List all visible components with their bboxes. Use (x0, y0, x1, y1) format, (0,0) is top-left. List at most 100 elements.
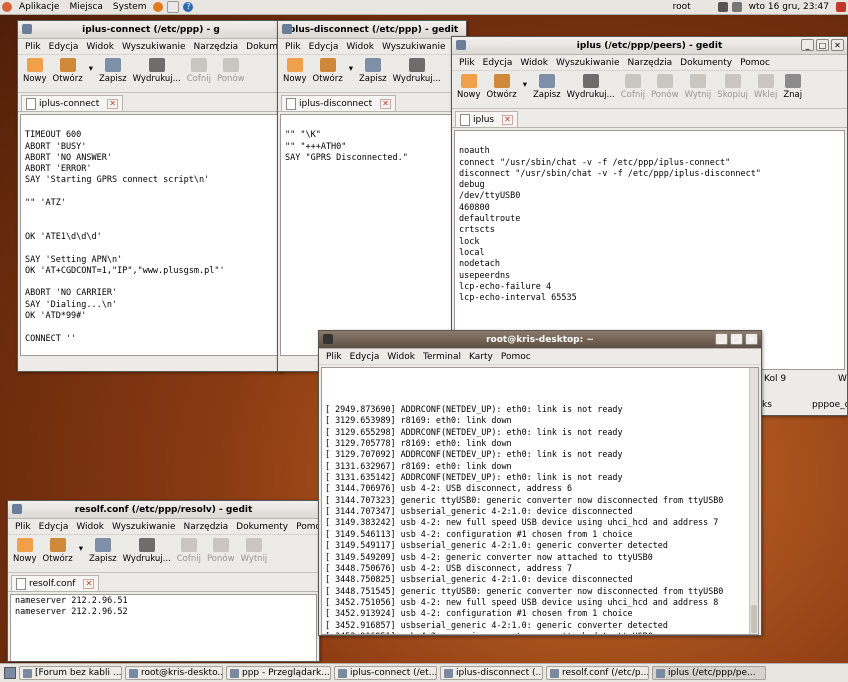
taskbar-button[interactable]: ppp - Przeglądark... (226, 666, 331, 680)
taskbar-button[interactable]: [Forum bez kabli ... (19, 666, 122, 680)
menu-file[interactable]: Plik (21, 42, 45, 52)
menu-file[interactable]: Plik (322, 352, 346, 362)
redo-button[interactable]: Ponów (651, 74, 679, 100)
clock[interactable]: wto 16 gru, 23:47 (744, 2, 834, 12)
open-button[interactable]: Otwórz (313, 58, 343, 84)
menu-system[interactable]: System (108, 2, 152, 12)
undo-button[interactable]: Cofnij (177, 538, 201, 564)
new-button[interactable]: Nowy (23, 58, 47, 84)
menu-tools[interactable]: Narzędzia (624, 58, 677, 68)
tab-iplus-disconnect[interactable]: iplus-disconnect ✕ (281, 95, 396, 111)
open-button[interactable]: Otwórz (43, 538, 73, 564)
minimize-icon[interactable]: _ (715, 333, 728, 345)
menu-tabs[interactable]: Karty (465, 352, 497, 362)
scrollbar-thumb[interactable] (751, 605, 757, 633)
save-button[interactable]: Zapisz (359, 58, 387, 84)
titlebar[interactable]: iplus-disconnect (/etc/ppp) - gedit (278, 21, 466, 39)
print-button[interactable]: Wydrukuj... (133, 58, 181, 84)
menu-search[interactable]: Wyszukiwanie (108, 522, 180, 532)
taskbar-button[interactable]: iplus-connect (/et... (334, 666, 437, 680)
print-button[interactable]: Wydrukuj... (123, 538, 171, 564)
copy-button[interactable]: Skopiuj (717, 74, 748, 100)
menu-edit[interactable]: Edycja (305, 42, 343, 52)
new-button[interactable]: Nowy (13, 538, 37, 564)
print-button[interactable]: Wydrukuj... (393, 58, 441, 84)
shutdown-icon[interactable] (836, 2, 846, 12)
close-tab-icon[interactable]: ✕ (380, 98, 391, 109)
taskbar-button[interactable]: resolf.conf (/etc/p... (546, 666, 649, 680)
open-dropdown-button[interactable]: ▾ (349, 64, 353, 74)
menu-applications[interactable]: Aplikacje (14, 2, 64, 12)
menu-documents[interactable]: Dokumenty (232, 522, 292, 532)
titlebar[interactable]: iplus-connect (/etc/ppp) - g (18, 21, 284, 39)
tab-iplus[interactable]: iplus ✕ (455, 111, 518, 127)
maximize-icon[interactable]: □ (730, 333, 743, 345)
taskbar-button[interactable]: iplus-disconnect (... (440, 666, 543, 680)
taskbar-button[interactable]: root@kris-deskto... (125, 666, 223, 680)
menu-edit[interactable]: Edycja (45, 42, 83, 52)
close-tab-icon[interactable]: ✕ (107, 98, 118, 109)
open-dropdown-button[interactable]: ▾ (79, 544, 83, 554)
print-button[interactable]: Wydrukuj... (567, 74, 615, 100)
taskbar-button[interactable]: iplus (/etc/ppp/pe... (652, 666, 766, 680)
open-button[interactable]: Otwórz (487, 74, 517, 100)
menu-edit[interactable]: Edycja (479, 58, 517, 68)
tab-iplus-connect[interactable]: iplus-connect ✕ (21, 95, 123, 111)
mail-icon[interactable] (167, 1, 180, 13)
text-editor[interactable]: nameserver 212.2.96.51 nameserver 212.2.9… (10, 594, 317, 661)
undo-button[interactable]: Cofnij (187, 58, 211, 84)
close-tab-icon[interactable]: ✕ (83, 578, 95, 589)
menu-file[interactable]: Plik (11, 522, 35, 532)
open-dropdown-button[interactable]: ▾ (89, 64, 93, 74)
redo-button[interactable]: Ponów (217, 58, 245, 84)
menu-terminal[interactable]: Terminal (419, 352, 465, 362)
redo-button[interactable]: Ponów (207, 538, 235, 564)
close-tab-icon[interactable]: ✕ (502, 114, 513, 125)
menu-search[interactable]: Wyszukiwanie (378, 42, 450, 52)
menu-tools[interactable]: Narzędzia (180, 522, 233, 532)
help-icon[interactable]: ? (183, 2, 194, 12)
ubuntu-logo-icon[interactable] (2, 2, 12, 12)
save-button[interactable]: Zapisz (533, 74, 561, 100)
menu-help[interactable]: Pomoc (497, 352, 535, 362)
menu-documents[interactable]: Dokumenty (676, 58, 736, 68)
menu-file[interactable]: Plik (455, 58, 479, 68)
open-dropdown-button[interactable]: ▾ (523, 80, 527, 90)
save-button[interactable]: Zapisz (99, 58, 127, 84)
menu-search[interactable]: Wyszukiwanie (118, 42, 190, 52)
titlebar[interactable]: resolf.conf (/etc/ppp/resolv) - gedit (8, 501, 319, 519)
menu-view[interactable]: Widok (82, 42, 118, 52)
menu-edit[interactable]: Edycja (35, 522, 73, 532)
scrollbar[interactable] (749, 368, 758, 634)
terminal-output[interactable]: [ 2949.873690] ADDRCONF(NETDEV_UP): eth0… (321, 367, 759, 635)
paste-button[interactable]: Wklej (754, 74, 777, 100)
tab-resolf-conf[interactable]: resolf.conf ✕ (11, 575, 100, 591)
firefox-icon[interactable] (153, 2, 164, 12)
save-button[interactable]: Zapisz (89, 538, 117, 564)
text-editor[interactable]: TIMEOUT 600 ABORT 'BUSY' ABORT 'NO ANSWER'… (20, 114, 282, 356)
open-button[interactable]: Otwórz (53, 58, 83, 84)
menu-help[interactable]: Pomoc (736, 58, 774, 68)
menu-view[interactable]: Widok (516, 58, 552, 68)
volume-icon[interactable] (731, 2, 742, 12)
new-button[interactable]: Nowy (283, 58, 307, 84)
menu-edit[interactable]: Edycja (346, 352, 384, 362)
undo-button[interactable]: Cofnij (621, 74, 645, 100)
close-icon[interactable]: ✕ (745, 333, 758, 345)
titlebar[interactable]: root@kris-desktop: ~ _ □ ✕ (319, 331, 761, 349)
text-editor[interactable]: "" "\K" "" "+++ATH0" SAY "GPRS Disconnecte… (280, 114, 464, 356)
menu-view[interactable]: Widok (342, 42, 378, 52)
find-button[interactable]: Znaj (783, 74, 802, 100)
show-desktop-icon[interactable] (4, 667, 16, 679)
minimize-icon[interactable]: _ (801, 39, 814, 51)
menu-file[interactable]: Plik (281, 42, 305, 52)
menu-search[interactable]: Wyszukiwanie (552, 58, 624, 68)
menu-places[interactable]: Miejsca (64, 2, 107, 12)
menu-view[interactable]: Widok (72, 522, 108, 532)
cut-button[interactable]: Wytnij (241, 538, 267, 564)
menu-view[interactable]: Widok (383, 352, 419, 362)
close-icon[interactable]: ✕ (831, 39, 844, 51)
maximize-icon[interactable]: □ (816, 39, 829, 51)
menu-tools[interactable]: Narzędzia (190, 42, 243, 52)
new-button[interactable]: Nowy (457, 74, 481, 100)
